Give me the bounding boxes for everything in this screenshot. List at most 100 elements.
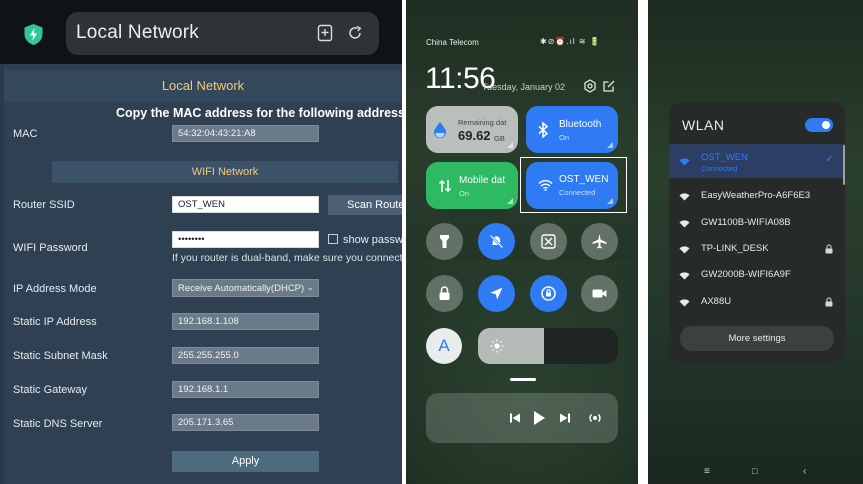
network-row[interactable]: EasyWeatherPro-A6F6E3: [669, 188, 845, 208]
carrier-name: China Telecom: [426, 38, 479, 47]
wifi-icon: [679, 272, 690, 280]
camera-toggle[interactable]: [581, 275, 618, 312]
brightness-fill: [478, 328, 544, 364]
page-title: Local Network: [161, 78, 245, 93]
lock-icon: [825, 244, 833, 254]
screenshot-toggle[interactable]: [530, 223, 567, 260]
gateway-input[interactable]: 192.168.1.1: [172, 381, 319, 398]
ssid-label: Router SSID: [13, 199, 75, 211]
location-toggle[interactable]: [478, 275, 515, 312]
dns-label: Static DNS Server: [13, 418, 103, 430]
wifi-tile[interactable]: OST_WEN Connected: [526, 162, 618, 209]
wifi-title: OST_WEN: [559, 174, 609, 185]
network-row[interactable]: GW2000B-WIFI6A9F: [669, 267, 845, 287]
scan-router-button[interactable]: Scan Router: [328, 195, 402, 215]
data-unit: GB: [494, 134, 505, 143]
bluetooth-status: On: [559, 133, 570, 142]
refresh-icon[interactable]: [346, 24, 364, 42]
shield-bolt-icon[interactable]: [23, 23, 44, 46]
wifi-status: Connected: [559, 188, 596, 197]
ip-mode-value: Receive Automatically(DHCP): [178, 283, 305, 294]
show-password-label: show password: [343, 234, 402, 246]
static-ip-input[interactable]: 192.168.1.108: [172, 313, 319, 330]
local-network-screen: Local Network Local Network Copy the MAC…: [0, 0, 402, 484]
checkmark-icon: ✓: [825, 154, 834, 165]
mobile-data-title: Mobile dat: [459, 175, 506, 186]
password-label: WIFI Password: [13, 242, 88, 254]
auto-brightness-button[interactable]: A: [426, 328, 462, 364]
airplane-toggle[interactable]: [581, 223, 618, 260]
network-row[interactable]: GW1100B-WIFIA08B: [669, 215, 845, 235]
password-input[interactable]: ••••••••: [172, 231, 319, 248]
network-row[interactable]: TP-LINK_DESK: [669, 241, 845, 261]
water-drop-icon: [434, 122, 446, 138]
static-ip-label: Static IP Address: [13, 316, 97, 328]
mac-field[interactable]: 54:32:04:43:21:A8: [172, 125, 319, 142]
copy-mac-instruction: Copy the MAC address for the following a…: [116, 106, 402, 120]
toggle-knob: [822, 121, 830, 129]
edit-icon[interactable]: [602, 79, 616, 93]
lock-icon: [825, 297, 833, 307]
airplane-icon: [592, 234, 607, 249]
mobile-data-tile[interactable]: Mobile dat On: [426, 162, 518, 209]
wifi-icon: [538, 180, 553, 191]
menu-nav-icon[interactable]: ≡: [704, 466, 710, 477]
back-nav-icon[interactable]: ‹: [803, 466, 806, 477]
wifi-section-title: WIFI Network: [191, 166, 259, 178]
wifi-icon: [679, 299, 690, 307]
browser-title: Local Network: [76, 22, 199, 43]
drag-handle[interactable]: [510, 378, 536, 381]
scrollbar[interactable]: [843, 145, 845, 185]
mobile-data-icon: [438, 179, 452, 193]
network-row[interactable]: AX88U: [669, 294, 845, 314]
bluetooth-title: Bluetooth: [559, 119, 602, 130]
data-label: Remaining dat: [458, 118, 507, 127]
more-settings-button[interactable]: More settings: [680, 326, 834, 351]
wifi-icon: [679, 158, 690, 166]
mute-toggle[interactable]: [478, 223, 515, 260]
lock-toggle[interactable]: [426, 275, 463, 312]
network-name: TP-LINK_DESK: [701, 243, 769, 254]
settings-icon[interactable]: [583, 79, 597, 93]
mac-label: MAC: [13, 128, 38, 140]
data-usage-tile[interactable]: Remaining dat 69.62 GB: [426, 106, 518, 153]
dns-input[interactable]: 205.171.3.65: [172, 414, 319, 431]
expand-corner-icon: [607, 142, 613, 148]
connected-network-name: OST_WEN: [701, 152, 748, 163]
chevron-down-icon: ⌄: [306, 282, 314, 292]
mobile-data-status: On: [459, 189, 470, 198]
rotation-lock-toggle[interactable]: [530, 275, 567, 312]
location-arrow-icon: [490, 287, 503, 300]
wifi-icon: [679, 246, 690, 254]
connected-network-row[interactable]: OST_WEN Connected ✓: [669, 144, 845, 178]
wlan-title: WLAN: [682, 117, 725, 133]
wlan-dialog: WLAN OST_WEN Connected ✓ EasyWeatherPro-…: [669, 102, 845, 364]
browser-top-bar: Local Network: [0, 0, 402, 64]
show-password-checkbox[interactable]: [328, 234, 338, 244]
expand-corner-icon: [507, 198, 513, 204]
lock-icon: [439, 286, 450, 300]
brightness-slider[interactable]: [478, 328, 618, 364]
home-nav-icon[interactable]: □: [752, 466, 757, 476]
sun-icon: [490, 339, 504, 353]
auto-brightness-label: A: [438, 336, 450, 355]
apply-button[interactable]: Apply: [172, 451, 319, 472]
ssid-input[interactable]: OST_WEN: [172, 196, 319, 213]
data-value: 69.62: [458, 128, 491, 143]
flashlight-toggle[interactable]: [426, 223, 463, 260]
connected-network-status: Connected: [701, 164, 738, 173]
video-camera-icon: [592, 289, 607, 298]
next-track-icon[interactable]: [559, 412, 571, 424]
play-icon[interactable]: [532, 410, 546, 426]
audio-output-icon[interactable]: [587, 410, 603, 426]
expand-corner-icon: [507, 142, 513, 148]
bookmark-add-icon[interactable]: [316, 24, 334, 42]
url-bar[interactable]: Local Network: [66, 12, 379, 55]
wlan-toggle[interactable]: [805, 118, 833, 132]
bluetooth-tile[interactable]: Bluetooth On: [526, 106, 618, 153]
ip-mode-select[interactable]: Receive Automatically(DHCP) ⌄: [172, 279, 319, 297]
bell-off-icon: [489, 234, 504, 249]
subnet-input[interactable]: 255.255.255.0: [172, 347, 319, 364]
previous-track-icon[interactable]: [509, 412, 521, 424]
scissors-icon: [541, 234, 556, 249]
